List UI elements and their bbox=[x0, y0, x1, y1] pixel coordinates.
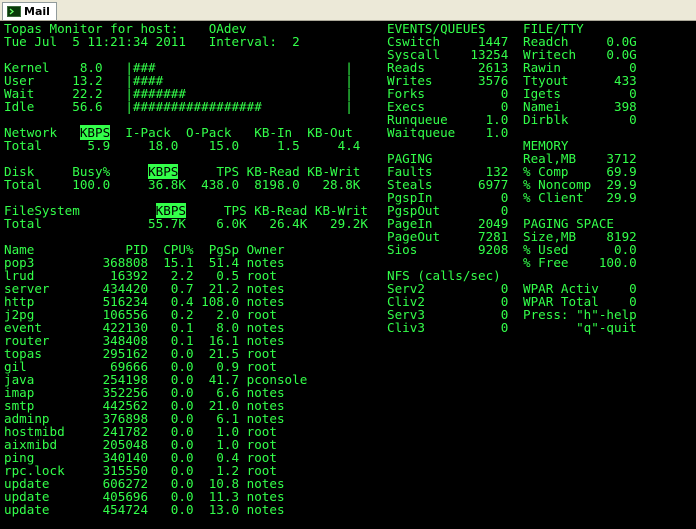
date-line: Tue Jul 5 11:21:34 2011 Interval: 2 bbox=[4, 34, 300, 49]
process-row: update 454724 0.0 13.0 notes bbox=[4, 502, 285, 517]
memory-row: % Client 29.9 bbox=[523, 190, 637, 205]
disk-total-row: Total 100.0 36.8K 438.0 8198.0 28.8K bbox=[4, 177, 361, 192]
paging-space-row: % Free 100.0 bbox=[523, 255, 637, 270]
tab-bar: Mail bbox=[0, 0, 696, 21]
terminal-icon bbox=[7, 6, 21, 17]
nfs-row: Cliv3 0 bbox=[387, 320, 509, 335]
events-row: Waitqueue 1.0 bbox=[387, 125, 509, 140]
network-total-row: Total 5.9 18.0 15.0 1.5 4.4 bbox=[4, 138, 361, 153]
cpu-idle-row: Idle 56.6 |################# | bbox=[4, 99, 353, 114]
quit-hint: "q"-quit bbox=[523, 320, 637, 335]
paging-row: Sios 9208 bbox=[387, 242, 509, 257]
tab-mail[interactable]: Mail bbox=[2, 2, 57, 20]
terminal-screen[interactable]: Topas Monitor for host: OAdev Tue Jul 5 … bbox=[0, 21, 696, 529]
filesystem-total-row: Total 55.7K 6.0K 26.4K 29.2K bbox=[4, 216, 368, 231]
tab-label: Mail bbox=[24, 5, 50, 18]
filetty-row: Dirblk 0 bbox=[523, 112, 637, 127]
